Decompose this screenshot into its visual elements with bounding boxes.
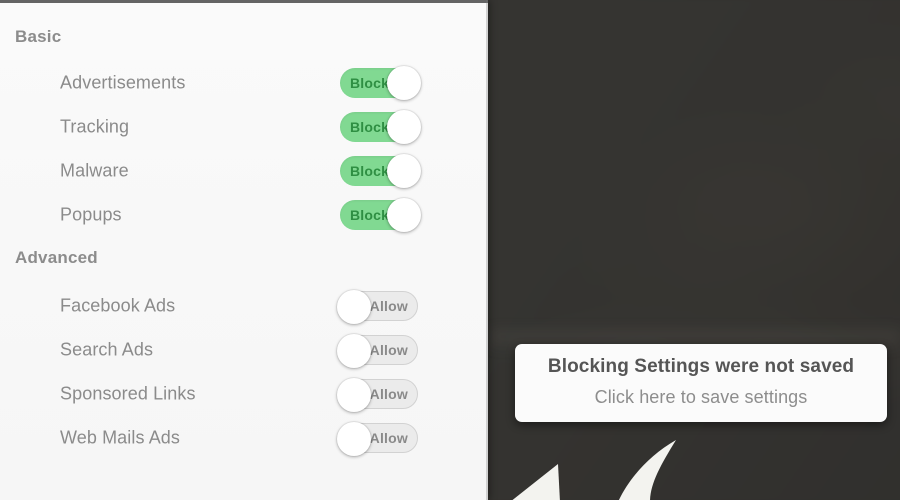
setting-label: Popups [60, 204, 122, 225]
setting-row-sponsored-links[interactable]: Sponsored Links Allow [0, 372, 488, 416]
setting-label: Web Mails Ads [60, 427, 181, 448]
toggle-state-label: Block [350, 119, 390, 135]
toggle-knob[interactable] [387, 66, 421, 100]
toggle-knob[interactable] [337, 422, 371, 456]
setting-row-popups[interactable]: Popups Block [0, 193, 488, 237]
toggle-state-label: Block [350, 75, 390, 91]
blocking-settings-panel: Basic Advertisements Block Tracking Bloc… [0, 0, 488, 500]
setting-label: Tracking [60, 116, 130, 137]
toggle-malware[interactable]: Block [340, 154, 421, 188]
setting-label: Sponsored Links [60, 383, 196, 404]
toggle-sponsored-links[interactable]: Allow [337, 378, 418, 412]
setting-row-search-ads[interactable]: Search Ads Allow [0, 328, 488, 372]
app-screen: Basic Advertisements Block Tracking Bloc… [0, 0, 900, 500]
toggle-facebook-ads[interactable]: Allow [337, 290, 418, 324]
toggle-knob[interactable] [387, 154, 421, 188]
toggle-state-label: Allow [369, 386, 408, 402]
curved-arrow-icon [500, 440, 760, 500]
toggle-state-label: Allow [369, 342, 408, 358]
toggle-knob[interactable] [337, 334, 371, 368]
section-title-advanced: Advanced [15, 248, 98, 267]
toggle-state-label: Block [350, 163, 390, 179]
setting-label: Malware [60, 160, 129, 181]
setting-row-advertisements[interactable]: Advertisements Block [0, 61, 488, 105]
toggle-knob[interactable] [337, 290, 371, 324]
notice-subtitle[interactable]: Click here to save settings [515, 383, 887, 411]
setting-row-malware[interactable]: Malware Block [0, 149, 488, 193]
toggle-tracking[interactable]: Block [340, 110, 421, 144]
toggle-state-label: Allow [369, 430, 408, 446]
panel-top-border [0, 0, 488, 3]
toggle-advertisements[interactable]: Block [340, 66, 421, 100]
setting-label: Advertisements [60, 72, 186, 93]
setting-label: Search Ads [60, 339, 154, 360]
toggle-web-mails-ads[interactable]: Allow [337, 422, 418, 456]
toggle-knob[interactable] [387, 110, 421, 144]
toggle-search-ads[interactable]: Allow [337, 334, 418, 368]
section-title-basic: Basic [15, 27, 62, 46]
toggle-knob[interactable] [337, 378, 371, 412]
notice-title: Blocking Settings were not saved [547, 356, 855, 377]
setting-row-facebook-ads[interactable]: Facebook Ads Allow [0, 284, 488, 328]
toggle-knob[interactable] [387, 198, 421, 232]
toggle-popups[interactable]: Block [340, 198, 421, 232]
setting-row-tracking[interactable]: Tracking Block [0, 105, 488, 149]
setting-row-web-mails-ads[interactable]: Web Mails Ads Allow [0, 416, 488, 460]
save-settings-notice[interactable]: Blocking Settings were not saved Click h… [515, 344, 887, 422]
toggle-state-label: Allow [369, 298, 408, 314]
setting-label: Facebook Ads [60, 295, 176, 316]
toggle-state-label: Block [350, 207, 390, 223]
